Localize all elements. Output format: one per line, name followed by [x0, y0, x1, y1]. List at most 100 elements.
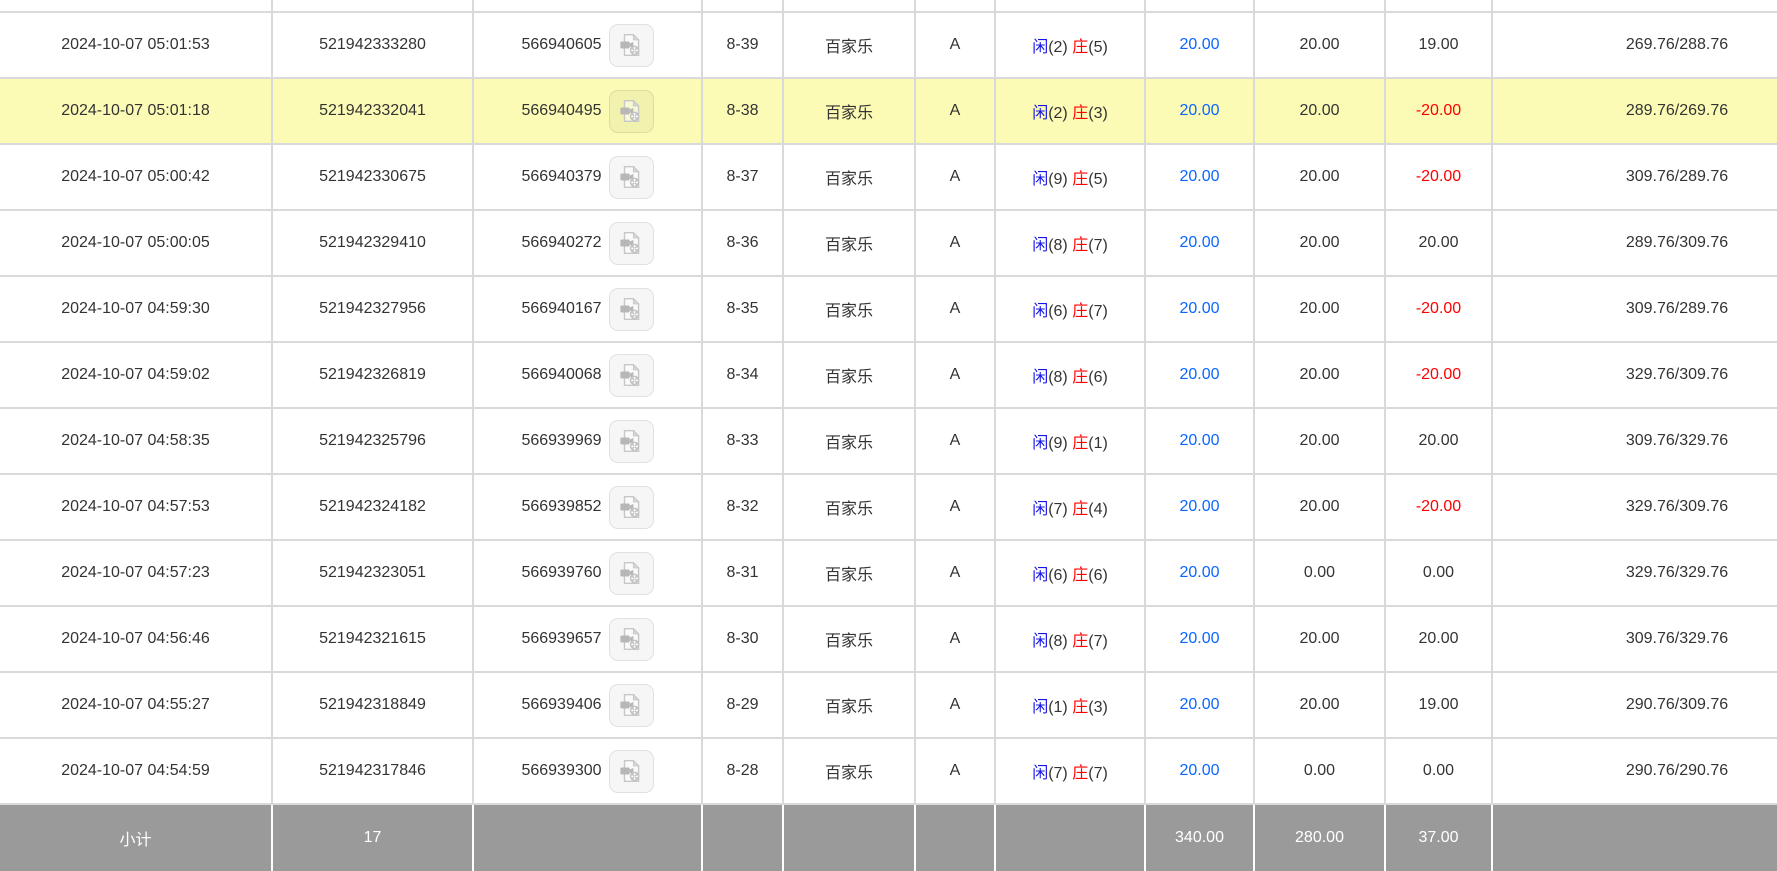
valid-bet-amount: 20.00	[1253, 143, 1386, 211]
bet-amount-link[interactable]: 20.00	[1179, 234, 1219, 251]
player-label: 闲	[1032, 633, 1049, 650]
player-score: (1)	[1048, 699, 1068, 716]
bet-amount-link[interactable]: 20.00	[1179, 36, 1219, 53]
balance-before-after: 290.76/309.76	[1491, 671, 1777, 739]
player-score: (8)	[1048, 633, 1068, 650]
bet-time: 2024-10-07 04:56:46	[0, 605, 273, 673]
bet-amount-link[interactable]: 20.00	[1179, 564, 1219, 581]
game-result: 闲(2) 庄(5)	[994, 11, 1146, 79]
bet-amount-cell: 20.00	[1144, 407, 1255, 475]
bet-time: 2024-10-07 04:55:27	[0, 671, 273, 739]
round-number: 8-30	[701, 605, 784, 673]
video-replay-button[interactable]	[608, 23, 654, 67]
bet-amount-link[interactable]: 20.00	[1179, 762, 1219, 779]
video-file-icon	[620, 693, 640, 716]
game-number: 566939969	[521, 432, 602, 449]
video-file-icon	[620, 231, 640, 254]
table-label: A	[914, 209, 996, 277]
table-label: A	[914, 539, 996, 607]
win-loss-amount: -20.00	[1384, 473, 1493, 541]
subtotal-win-loss: 37.00	[1384, 803, 1493, 871]
round-number: 8-39	[701, 11, 784, 79]
game-number-cell: 566940167	[472, 275, 703, 343]
player-score: (9)	[1048, 435, 1068, 452]
bet-amount-cell: 20.00	[1144, 473, 1255, 541]
win-loss-amount: -20.00	[1384, 77, 1493, 145]
bet-amount-link[interactable]: 20.00	[1179, 102, 1219, 119]
banker-score: (5)	[1088, 171, 1108, 188]
banker-score: (7)	[1088, 237, 1108, 254]
video-replay-button[interactable]	[608, 551, 654, 595]
valid-bet-amount: 20.00	[1253, 605, 1386, 673]
round-number: 8-34	[701, 341, 784, 409]
banker-score: (5)	[1088, 39, 1108, 56]
bet-amount-link[interactable]: 20.00	[1179, 432, 1219, 449]
bet-amount-link[interactable]: 20.00	[1179, 696, 1219, 713]
banker-score: (3)	[1088, 699, 1108, 716]
player-label: 闲	[1032, 39, 1049, 56]
valid-bet-amount: 20.00	[1253, 407, 1386, 475]
balance-before-after: 309.76/289.76	[1491, 275, 1777, 343]
order-number: 521942324182	[271, 473, 474, 541]
game-result: 闲(7) 庄(4)	[994, 473, 1146, 541]
video-replay-button[interactable]	[608, 89, 654, 133]
player-score: (2)	[1048, 105, 1068, 122]
order-number: 521942318849	[271, 671, 474, 739]
game-number-cell: 566939969	[472, 407, 703, 475]
game-result: 闲(1) 庄(3)	[994, 671, 1146, 739]
bet-time: 2024-10-07 04:57:53	[0, 473, 273, 541]
video-replay-button[interactable]	[608, 617, 654, 661]
balance-before-after: 329.76/309.76	[1491, 473, 1777, 541]
game-number: 566940272	[521, 234, 602, 251]
win-loss-amount: 20.00	[1384, 407, 1493, 475]
bet-time: 2024-10-07 05:01:53	[0, 11, 273, 79]
player-label: 闲	[1032, 369, 1049, 386]
video-replay-button[interactable]	[608, 749, 654, 793]
video-replay-button[interactable]	[608, 155, 654, 199]
bet-amount-cell: 20.00	[1144, 737, 1255, 805]
table-label: A	[914, 341, 996, 409]
game-type: 百家乐	[782, 671, 916, 739]
player-label: 闲	[1032, 435, 1049, 452]
game-type: 百家乐	[782, 143, 916, 211]
win-loss-amount: 0.00	[1384, 539, 1493, 607]
subtotal-label: 小计	[0, 803, 273, 871]
valid-bet-amount: 20.00	[1253, 671, 1386, 739]
game-number-cell: 566940068	[472, 341, 703, 409]
bet-record-row: 2024-10-07 04:58:35 521942325796 5669399…	[0, 407, 1777, 475]
order-number: 521942329410	[271, 209, 474, 277]
video-replay-button[interactable]	[608, 419, 654, 463]
video-file-icon	[620, 627, 640, 650]
subtotal-count: 17	[271, 803, 474, 871]
bet-amount-link[interactable]: 20.00	[1179, 630, 1219, 647]
video-replay-button[interactable]	[608, 485, 654, 529]
player-score: (8)	[1048, 237, 1068, 254]
video-replay-button[interactable]	[608, 683, 654, 727]
video-replay-button[interactable]	[608, 353, 654, 397]
bet-amount-link[interactable]: 20.00	[1179, 300, 1219, 317]
order-number: 521942333280	[271, 11, 474, 79]
bet-time: 2024-10-07 04:54:59	[0, 737, 273, 805]
balance-before-after: 309.76/289.76	[1491, 143, 1777, 211]
game-type: 百家乐	[782, 605, 916, 673]
game-type: 百家乐	[782, 77, 916, 145]
bet-amount-link[interactable]: 20.00	[1179, 168, 1219, 185]
win-loss-amount: 19.00	[1384, 11, 1493, 79]
round-number: 8-32	[701, 473, 784, 541]
banker-label: 庄	[1072, 435, 1089, 452]
bet-amount-link[interactable]: 20.00	[1179, 366, 1219, 383]
player-score: (6)	[1048, 567, 1068, 584]
banker-label: 庄	[1072, 567, 1089, 584]
video-replay-button[interactable]	[608, 221, 654, 265]
game-result: 闲(9) 庄(1)	[994, 407, 1146, 475]
round-number: 8-29	[701, 671, 784, 739]
game-number-cell: 566939657	[472, 605, 703, 673]
banker-label: 庄	[1072, 633, 1089, 650]
video-replay-button[interactable]	[608, 287, 654, 331]
bet-time: 2024-10-07 05:01:18	[0, 77, 273, 145]
game-type: 百家乐	[782, 737, 916, 805]
bet-records-viewport: 2024-10-07 05:01:53 521942333280 5669406…	[0, 0, 1777, 871]
bet-amount-cell: 20.00	[1144, 539, 1255, 607]
player-label: 闲	[1032, 699, 1049, 716]
bet-amount-link[interactable]: 20.00	[1179, 498, 1219, 515]
